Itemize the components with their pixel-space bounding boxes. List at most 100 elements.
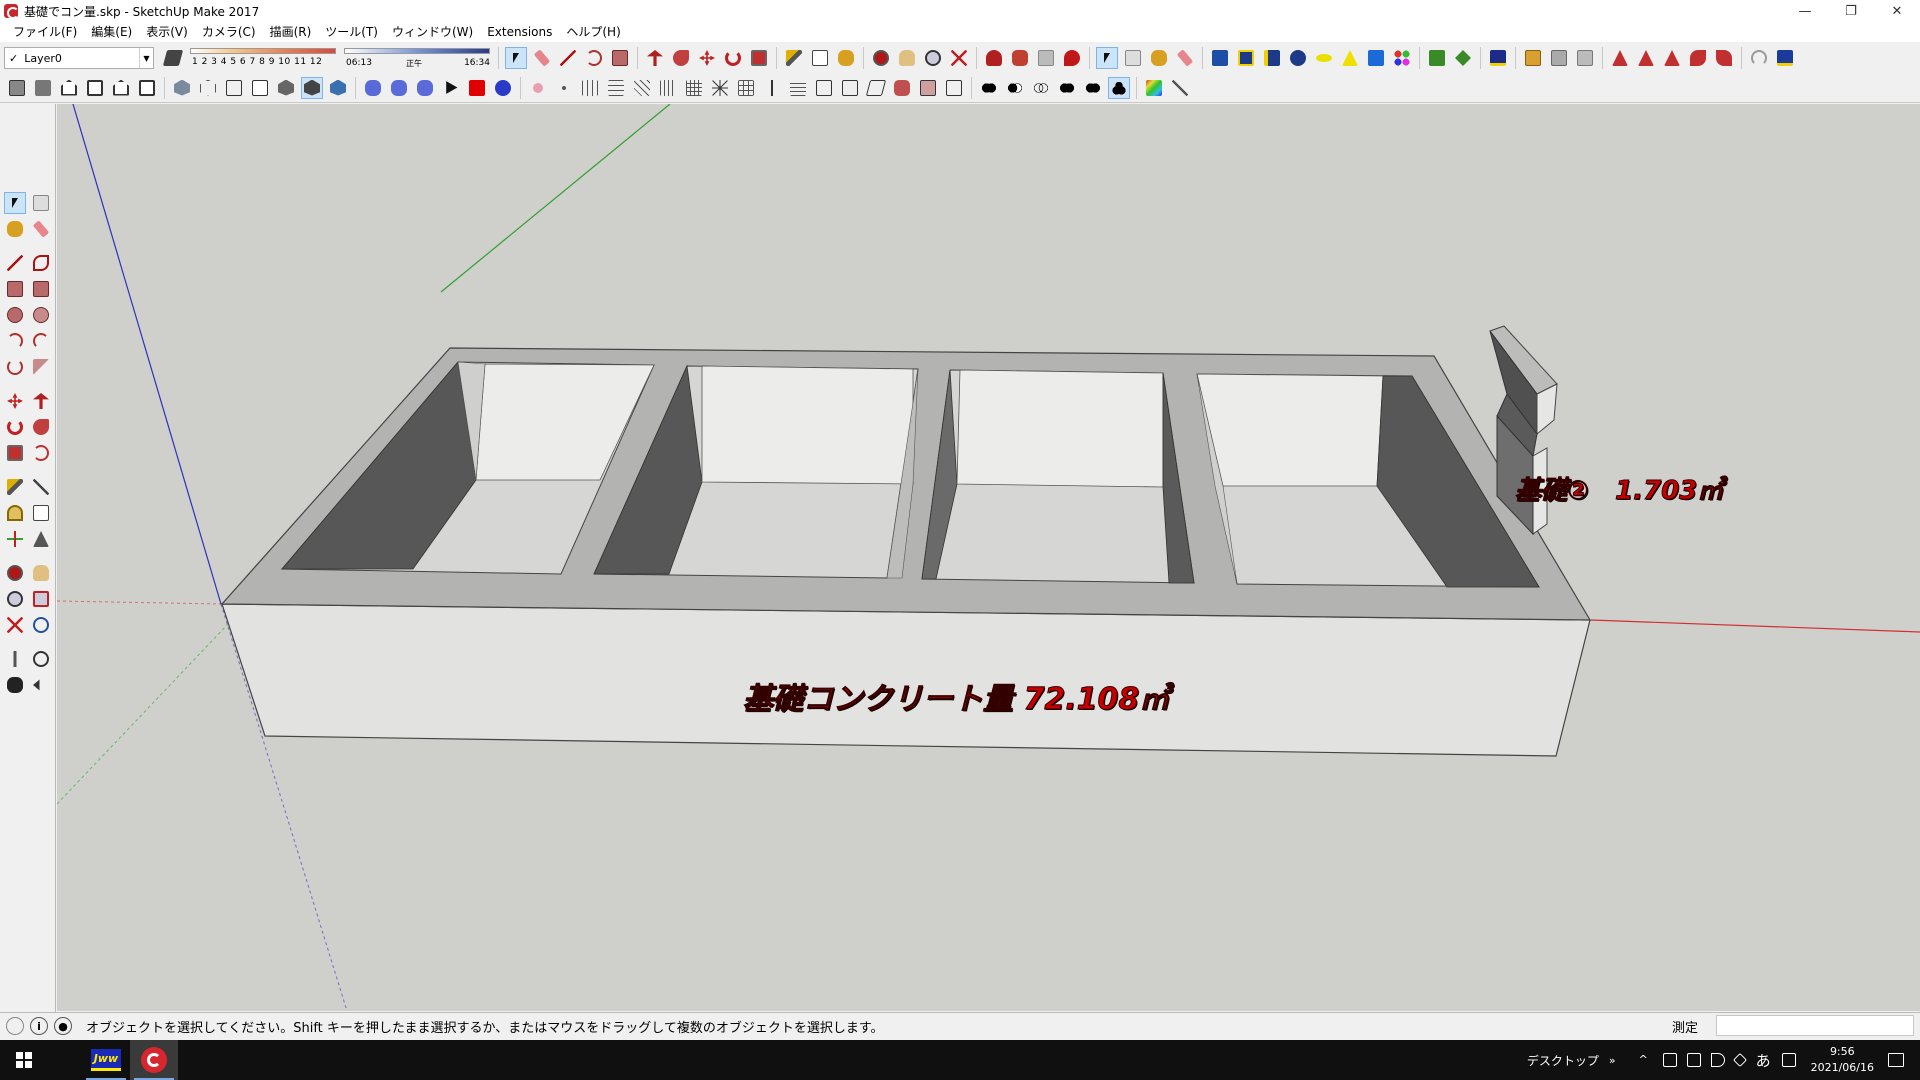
taskbar-sketchup[interactable] — [130, 1040, 178, 1080]
box-outline-icon[interactable] — [813, 77, 835, 99]
concrete-volume-label[interactable]: 基礎コンクリート量 72.108㎥ — [742, 674, 1169, 718]
plugin-icon-7[interactable] — [1365, 47, 1387, 69]
walk-tool-icon[interactable] — [4, 674, 26, 696]
xray-style-icon[interactable] — [171, 77, 193, 99]
back-edges-icon[interactable] — [197, 77, 219, 99]
pan-tool-icon[interactable] — [30, 562, 52, 584]
ime-options-icon[interactable] — [1781, 1053, 1796, 1067]
taskbar-jww[interactable]: Jww — [82, 1040, 130, 1080]
plugin-icon-12[interactable] — [1635, 47, 1657, 69]
geo-location-icon[interactable] — [6, 1017, 24, 1035]
grid-icon-4[interactable] — [657, 77, 679, 99]
solid-subtract-icon[interactable] — [1004, 77, 1026, 99]
dimension-tool-icon[interactable] — [809, 47, 831, 69]
desktop-toolbar-label[interactable]: デスクトップ — [1527, 1052, 1599, 1069]
box-icon-2[interactable] — [1548, 47, 1570, 69]
menu-extensions[interactable]: Extensions — [480, 22, 559, 42]
solid-split-icon[interactable] — [1108, 76, 1130, 99]
stop-icon[interactable] — [466, 77, 488, 99]
guide-tool-icon[interactable] — [527, 77, 549, 99]
zoom-window-icon[interactable] — [30, 588, 52, 610]
line-tool-icon[interactable] — [4, 252, 26, 274]
axes-tool-icon[interactable] — [4, 528, 26, 550]
zoom-tool-icon[interactable] — [922, 47, 944, 69]
menu-view[interactable]: 表示(V) — [139, 22, 195, 42]
start-button[interactable] — [0, 1040, 48, 1080]
color-dots-icon[interactable] — [1391, 47, 1413, 69]
menu-tools[interactable]: ツール(T) — [318, 22, 385, 42]
protractor-icon[interactable] — [4, 502, 26, 524]
shadow-time-slider[interactable]: 06:13 正午 16:34 — [342, 46, 492, 70]
components-icon[interactable] — [1035, 47, 1057, 69]
zoom-extents-icon[interactable] — [4, 614, 26, 636]
plugin-icon-3[interactable] — [1261, 47, 1283, 69]
paint-bucket-icon[interactable] — [4, 218, 26, 240]
desktop-chevron-icon[interactable]: » — [1609, 1054, 1616, 1067]
taskbar-clock[interactable]: 9:56 2021/06/16 — [1811, 1044, 1874, 1076]
plugin-icon-5[interactable] — [1313, 47, 1335, 69]
rectangle-tool-icon[interactable] — [609, 47, 631, 69]
3d-text-icon[interactable] — [30, 528, 52, 550]
show-hidden-icon[interactable]: ^ — [1639, 1053, 1653, 1067]
maximize-button[interactable]: ❐ — [1828, 0, 1874, 22]
select-tool-icon[interactable] — [4, 192, 26, 214]
plugin-icon-4[interactable] — [1287, 47, 1309, 69]
shadow-date-slider[interactable]: 1 2 3 4 5 6 7 8 9 10 11 12 — [188, 46, 338, 70]
follow-me-icon[interactable] — [30, 416, 52, 438]
point-icon[interactable] — [553, 77, 575, 99]
camera-tray-icon[interactable] — [1662, 1053, 1677, 1067]
undo-icon[interactable] — [1748, 47, 1770, 69]
plugin-icon-14[interactable] — [1687, 47, 1709, 69]
tape-measure-icon[interactable] — [783, 47, 805, 69]
play-icon[interactable] — [440, 77, 462, 99]
previous-view-icon[interactable] — [30, 614, 52, 636]
user-icon[interactable]: ● — [54, 1017, 72, 1035]
monochrome-icon[interactable] — [327, 77, 349, 99]
hash-grid-icon[interactable] — [735, 77, 757, 99]
volume-icon[interactable] — [1710, 1053, 1725, 1067]
shadow-date-bar[interactable] — [190, 48, 336, 54]
iso-view-icon[interactable] — [6, 77, 28, 99]
ime-mode-indicator[interactable]: あ — [1756, 1050, 1771, 1071]
shaded-textures-icon[interactable] — [301, 76, 323, 99]
shaded-icon[interactable] — [275, 77, 297, 99]
menu-file[interactable]: ファイル(F) — [6, 22, 84, 42]
move-tool-icon[interactable] — [696, 47, 718, 69]
xyz-plugin-icon[interactable] — [388, 77, 410, 99]
shadow-toggle-icon[interactable] — [162, 47, 184, 69]
top-view-icon[interactable] — [32, 77, 54, 99]
plugin-icon-13[interactable] — [1661, 47, 1683, 69]
scale-tool-icon[interactable] — [4, 442, 26, 464]
menu-edit[interactable]: 編集(E) — [84, 22, 139, 42]
freehand-tool-icon[interactable] — [30, 252, 52, 274]
hidden-line-icon[interactable] — [249, 77, 271, 99]
minimize-button[interactable]: — — [1782, 0, 1828, 22]
paint-icon[interactable] — [1148, 47, 1170, 69]
jw-cad-icon[interactable] — [1774, 47, 1796, 69]
zoom-tool-icon[interactable] — [4, 588, 26, 610]
grid-icon-2[interactable] — [605, 77, 627, 99]
select-tool-icon-2[interactable] — [1096, 47, 1118, 69]
offset-tool-icon[interactable] — [30, 442, 52, 464]
back-view-icon[interactable] — [110, 77, 132, 99]
plugin-icon-2[interactable] — [1235, 47, 1257, 69]
look-around-icon[interactable] — [30, 648, 52, 670]
sketchup-app-icon[interactable] — [4, 4, 19, 19]
rotate-tool-icon[interactable] — [722, 47, 744, 69]
notification-icon[interactable] — [1888, 1053, 1904, 1067]
scale-tool-icon[interactable] — [748, 47, 770, 69]
text-tool-icon[interactable] — [30, 502, 52, 524]
grid-icon-3[interactable] — [631, 77, 653, 99]
model-drawing[interactable] — [57, 104, 1920, 1011]
plugin-icon-8[interactable] — [1426, 47, 1448, 69]
move-tool-icon[interactable] — [4, 390, 26, 412]
three-point-arc-icon[interactable] — [4, 356, 26, 378]
pie-tool-icon[interactable] — [30, 356, 52, 378]
position-camera-icon[interactable] — [4, 648, 26, 670]
eraser-icon[interactable] — [531, 47, 553, 69]
cube-object-icon[interactable] — [917, 77, 939, 99]
wireframe-icon[interactable] — [223, 77, 245, 99]
tape-measure-icon[interactable] — [4, 476, 26, 498]
stair-icon[interactable] — [787, 77, 809, 99]
zoom-extents-icon[interactable] — [948, 47, 970, 69]
